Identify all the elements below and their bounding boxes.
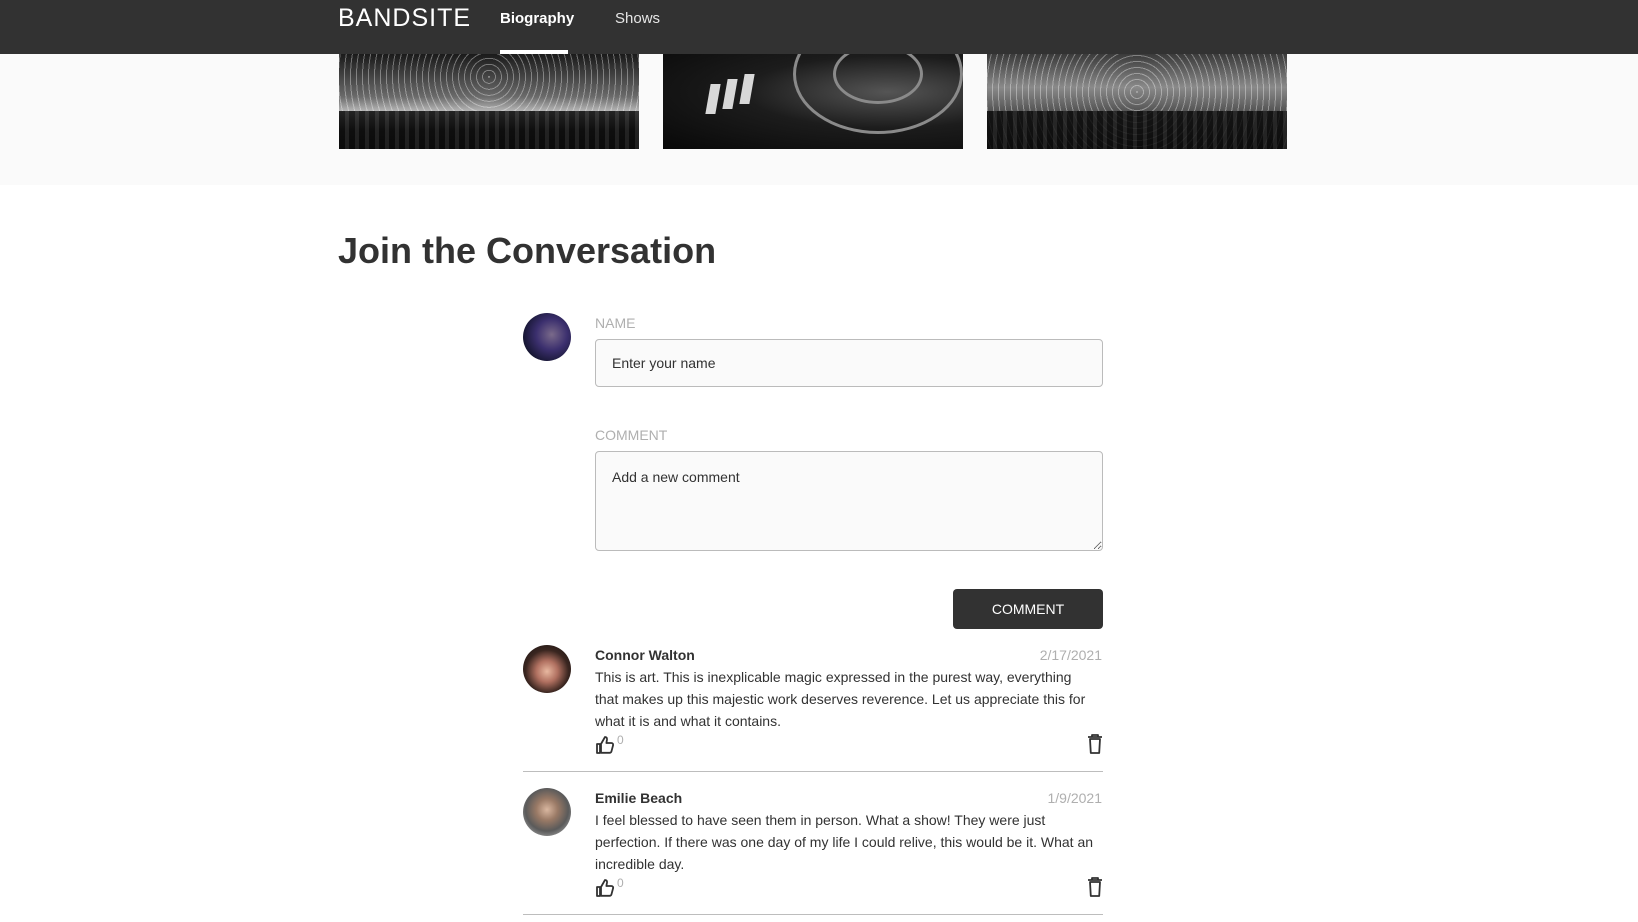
crowd-silhouette [339, 111, 639, 149]
mixer-key [739, 74, 755, 104]
name-input[interactable] [595, 339, 1103, 387]
comment-date: 1/9/2021 [1047, 790, 1103, 806]
comment-date: 2/17/2021 [1039, 647, 1102, 663]
like-count: 0 [617, 733, 624, 747]
site-logo[interactable]: BANDSITE [338, 4, 471, 33]
gallery-image-confetti-crowd [987, 54, 1287, 149]
commenter-name: Connor Walton [595, 647, 695, 663]
like-count: 0 [617, 876, 624, 890]
mixer-key [705, 84, 721, 114]
gallery-image-dj-turntable [663, 54, 963, 149]
comment-textarea[interactable] [595, 451, 1103, 551]
comment-text: This is art. This is inexplicable magic … [595, 669, 1086, 729]
trash-icon[interactable] [1087, 877, 1103, 897]
nav-shows[interactable]: Shows [615, 10, 660, 27]
photo-gallery [0, 54, 1638, 185]
thumbs-up-icon[interactable] [595, 878, 615, 898]
comment-divider [523, 914, 1103, 915]
thumbs-up-icon[interactable] [595, 735, 615, 755]
commenter-name: Emilie Beach [595, 790, 683, 806]
mixer-key [722, 79, 738, 109]
gallery-image-concert-crowd [339, 54, 639, 149]
comment-label: COMMENT [595, 427, 668, 443]
comment-divider [523, 771, 1103, 772]
trash-icon[interactable] [1087, 734, 1103, 754]
submit-comment-button[interactable]: COMMENT [953, 589, 1103, 629]
site-header: BANDSITE Biography Shows [0, 0, 1638, 54]
commenter-avatar [523, 645, 571, 693]
name-label: NAME [595, 315, 636, 331]
stage-lights [339, 54, 639, 111]
crowd-silhouette [987, 111, 1287, 149]
comment-text: I feel blessed to have seen them in pers… [595, 812, 1094, 872]
nav-biography[interactable]: Biography [500, 10, 574, 27]
commenter-avatar [523, 788, 571, 836]
user-avatar [523, 313, 571, 361]
section-title: Join the Conversation [338, 230, 717, 271]
